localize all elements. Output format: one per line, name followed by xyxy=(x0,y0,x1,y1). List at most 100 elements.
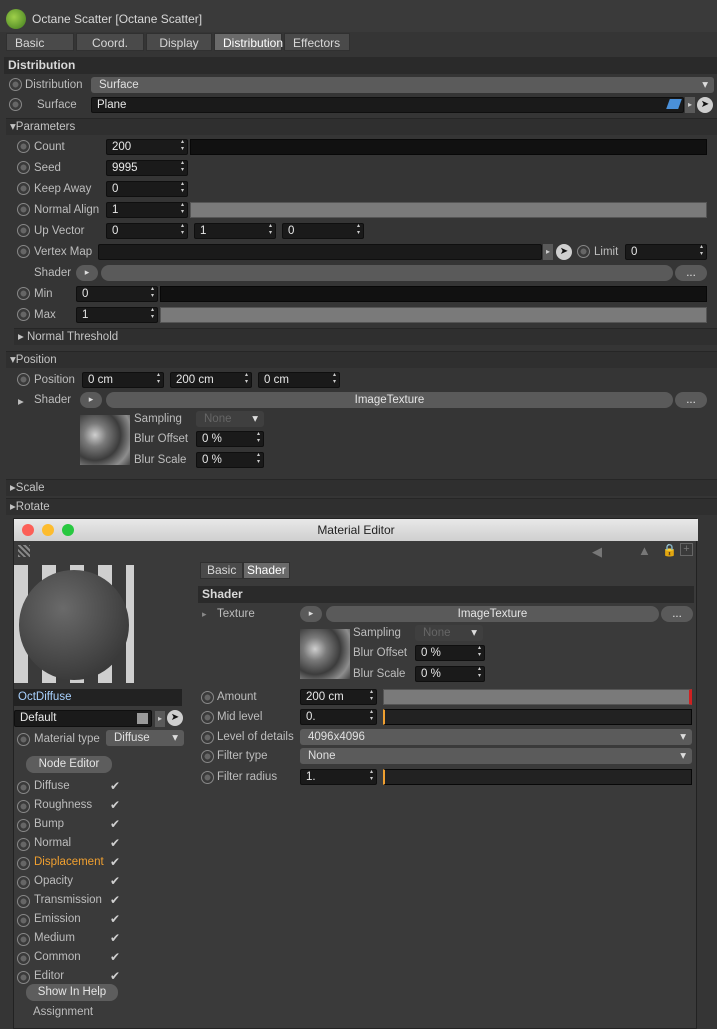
bluroffset-field[interactable]: 0 % xyxy=(196,431,264,447)
min-field[interactable]: 0 xyxy=(76,286,158,302)
channel-row[interactable]: Common ✔ xyxy=(14,949,134,967)
upvector-anim-radio[interactable] xyxy=(17,224,30,237)
midlevel-slider[interactable] xyxy=(383,709,692,725)
max-field[interactable]: 1 xyxy=(76,307,158,323)
tab-coord[interactable]: Coord. xyxy=(76,33,144,51)
tab-distribution[interactable]: Distribution xyxy=(214,33,283,51)
channel-anim-radio[interactable] xyxy=(17,857,30,870)
position-x-field[interactable]: 0 cm xyxy=(82,372,164,388)
upvector-z-field[interactable]: 0 xyxy=(282,223,364,239)
texture-menu-button[interactable]: ▸ xyxy=(300,606,322,622)
check-icon[interactable]: ✔ xyxy=(110,855,120,869)
check-icon[interactable]: ✔ xyxy=(110,893,120,907)
channel-row[interactable]: Transmission ✔ xyxy=(14,892,134,910)
max-slider[interactable] xyxy=(160,307,707,323)
limit-anim-radio[interactable] xyxy=(577,245,590,258)
channel-anim-radio[interactable] xyxy=(17,800,30,813)
channel-row[interactable]: Roughness ✔ xyxy=(14,797,134,815)
channel-anim-radio[interactable] xyxy=(17,971,30,984)
material-name-field[interactable]: OctDiffuse xyxy=(14,689,182,706)
filterradius-field[interactable]: 1. xyxy=(300,769,377,785)
shader-slot[interactable] xyxy=(101,265,673,281)
link-arrow-icon[interactable]: ▸ xyxy=(685,97,695,113)
normal-threshold-header[interactable]: ▸ Normal Threshold xyxy=(14,328,717,345)
check-icon[interactable]: ✔ xyxy=(110,950,120,964)
sampling-dropdown[interactable]: None xyxy=(196,411,264,427)
count-anim-radio[interactable] xyxy=(17,140,30,153)
tab-effectors[interactable]: Effectors xyxy=(284,33,350,51)
position-shader-menu-button[interactable]: ▸ xyxy=(80,392,102,408)
check-icon[interactable]: ✔ xyxy=(110,817,120,831)
node-editor-button[interactable]: Node Editor xyxy=(26,756,112,773)
channel-row[interactable]: Medium ✔ xyxy=(14,930,134,948)
amount-anim-radio[interactable] xyxy=(201,691,214,704)
parameters-header[interactable]: ▾Parameters xyxy=(6,118,717,135)
zoom-icon[interactable] xyxy=(62,524,74,536)
scale-header[interactable]: ▸Scale xyxy=(6,479,717,496)
seed-anim-radio[interactable] xyxy=(17,161,30,174)
midlevel-field[interactable]: 0. xyxy=(300,709,377,725)
min-slider[interactable] xyxy=(160,286,707,302)
position-header[interactable]: ▾Position xyxy=(6,351,717,368)
amount-field[interactable]: 200 cm xyxy=(300,689,377,705)
upvector-x-field[interactable]: 0 xyxy=(106,223,188,239)
channel-row[interactable]: Displacement ✔ xyxy=(14,854,134,872)
me-sampling-dropdown[interactable]: None xyxy=(415,625,483,641)
check-icon[interactable]: ✔ xyxy=(110,874,120,888)
normalalign-slider[interactable] xyxy=(190,202,707,218)
check-icon[interactable]: ✔ xyxy=(110,912,120,926)
lod-dropdown[interactable]: 4096x4096 xyxy=(300,729,692,745)
channel-row[interactable]: Diffuse ✔ xyxy=(14,778,134,796)
seed-field[interactable]: 9995 xyxy=(106,160,188,176)
keepaway-anim-radio[interactable] xyxy=(17,182,30,195)
materialtype-anim-radio[interactable] xyxy=(17,733,30,746)
pick-cursor-icon[interactable]: ➤ xyxy=(697,97,713,113)
filterradius-anim-radio[interactable] xyxy=(201,771,214,784)
channel-anim-radio[interactable] xyxy=(17,838,30,851)
grip-icon[interactable] xyxy=(18,545,30,557)
assignment-label[interactable]: Assignment xyxy=(33,1006,93,1018)
lod-anim-radio[interactable] xyxy=(201,731,214,744)
count-field[interactable]: 200 xyxy=(106,139,188,155)
tab-display[interactable]: Display xyxy=(146,33,212,51)
upvector-y-field[interactable]: 1 xyxy=(194,223,276,239)
back-arrow-icon[interactable]: ◀ xyxy=(592,544,602,560)
vertexmap-arrow-icon[interactable]: ▸ xyxy=(543,244,553,260)
channel-anim-radio[interactable] xyxy=(17,933,30,946)
amount-slider[interactable] xyxy=(383,689,692,705)
surface-link-field[interactable]: Plane xyxy=(91,97,684,113)
midlevel-anim-radio[interactable] xyxy=(201,711,214,724)
position-shader-slot[interactable]: ImageTexture xyxy=(106,392,673,408)
texture-more-button[interactable]: ... xyxy=(661,606,693,622)
normalalign-field[interactable]: 1 xyxy=(106,202,188,218)
vertexmap-anim-radio[interactable] xyxy=(17,245,30,258)
channel-anim-radio[interactable] xyxy=(17,876,30,889)
channel-row[interactable]: Opacity ✔ xyxy=(14,873,134,891)
expand-arrow-icon[interactable]: ▸ xyxy=(202,609,207,620)
position-anim-radio[interactable] xyxy=(17,373,30,386)
keepaway-field[interactable]: 0 xyxy=(106,181,188,197)
filtertype-dropdown[interactable]: None xyxy=(300,748,692,764)
distribution-anim-radio[interactable] xyxy=(9,78,22,91)
me-bluroffset-field[interactable]: 0 % xyxy=(415,645,485,661)
close-icon[interactable] xyxy=(22,524,34,536)
normalalign-anim-radio[interactable] xyxy=(17,203,30,216)
channel-anim-radio[interactable] xyxy=(17,952,30,965)
channel-anim-radio[interactable] xyxy=(17,914,30,927)
show-in-help-button[interactable]: Show In Help xyxy=(26,984,118,1001)
check-icon[interactable]: ✔ xyxy=(110,931,120,945)
default-arrow-icon[interactable]: ▸ xyxy=(155,711,165,727)
channel-anim-radio[interactable] xyxy=(17,781,30,794)
minimize-icon[interactable] xyxy=(42,524,54,536)
shader-menu-button[interactable]: ▸ xyxy=(76,265,98,281)
texture-slot[interactable]: ImageTexture xyxy=(326,606,659,622)
channel-row[interactable]: Emission ✔ xyxy=(14,911,134,929)
min-anim-radio[interactable] xyxy=(17,287,30,300)
expand-arrow-icon[interactable]: ▸ xyxy=(18,394,24,408)
position-shader-more-button[interactable]: ... xyxy=(675,392,707,408)
me-tab-basic[interactable]: Basic xyxy=(200,562,244,579)
filterradius-slider[interactable] xyxy=(383,769,692,785)
surface-anim-radio[interactable] xyxy=(9,98,22,111)
up-arrow-icon[interactable]: ▲ xyxy=(638,543,651,558)
me-tab-shader[interactable]: Shader xyxy=(243,562,290,579)
